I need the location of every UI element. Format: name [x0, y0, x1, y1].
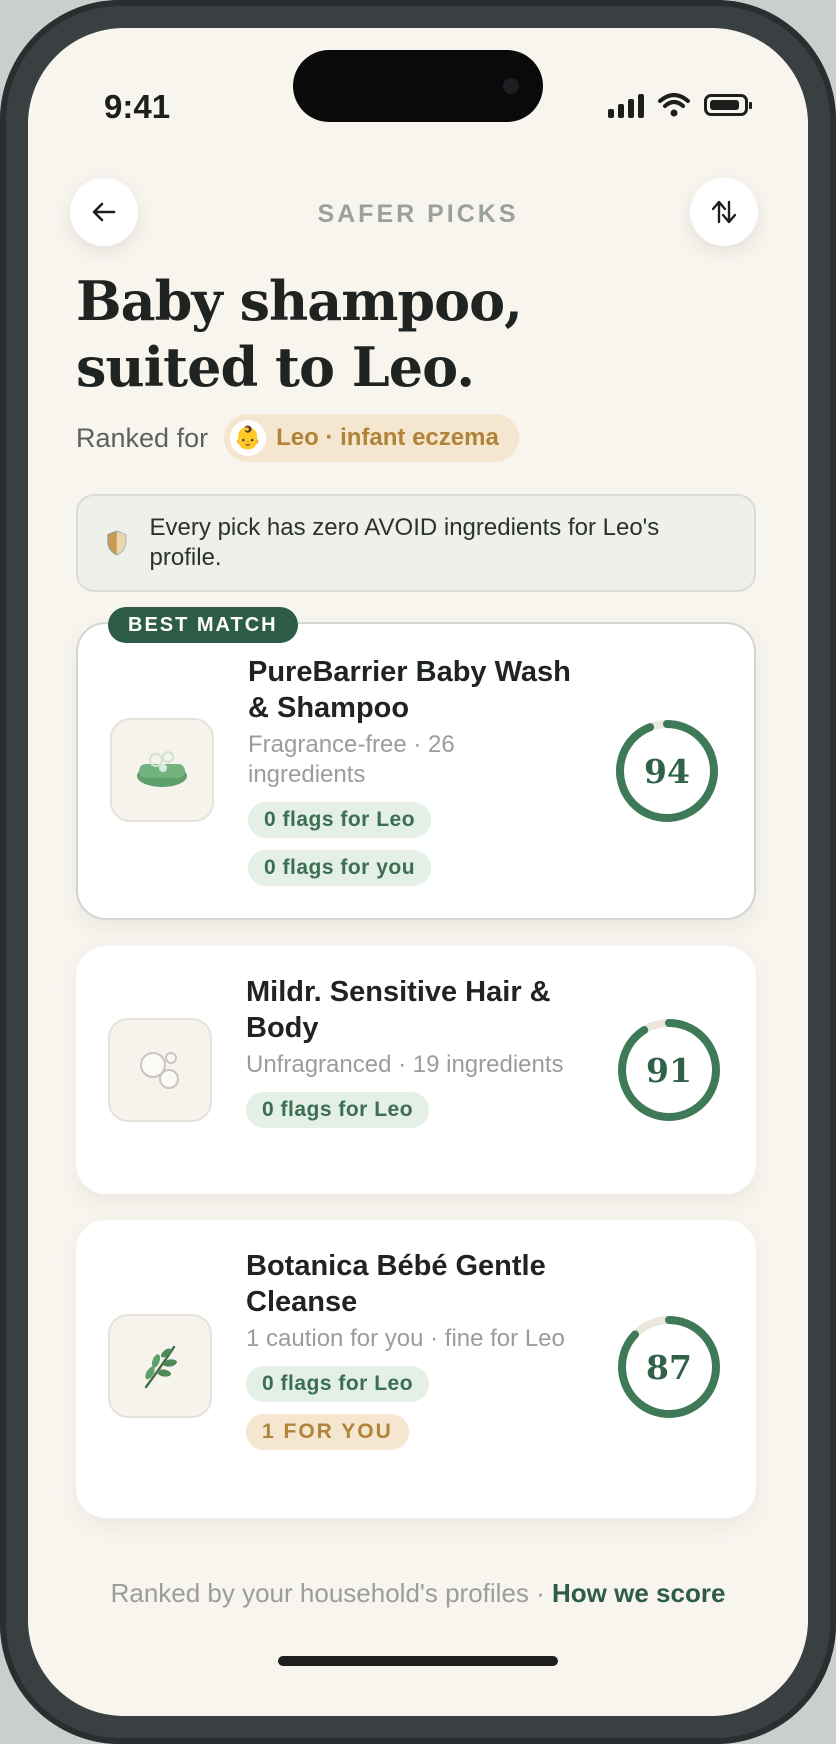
- page-title: Baby shampoo, suited to Leo.: [76, 268, 676, 400]
- product-tags: 0 flags for Leo 0 flags for you: [248, 790, 578, 886]
- how-we-score-link[interactable]: How we score: [552, 1578, 725, 1608]
- footer: Ranked by your household's profiles · Ho…: [28, 1578, 808, 1609]
- phone-frame: 9:41 SAFER PICKS Baby shampoo, suited to…: [0, 0, 836, 1744]
- soap-bar-icon: [137, 751, 187, 787]
- product-info: Mildr. Sensitive Hair & Body Unfragrance…: [246, 974, 576, 1128]
- product-tags: 0 flags for Leo 1 FOR YOU: [246, 1354, 576, 1450]
- score-value: 91: [646, 1050, 692, 1090]
- flag-tag: 0 flags for you: [248, 850, 432, 886]
- product-card-2[interactable]: Mildr. Sensitive Hair & Body Unfragrance…: [76, 946, 756, 1194]
- shield-icon: [107, 530, 127, 556]
- product-tags: 0 flags for Leo: [246, 1080, 576, 1128]
- product-thumbnail: [108, 1018, 212, 1122]
- home-indicator[interactable]: [278, 1656, 558, 1666]
- camera-icon: [503, 78, 519, 94]
- flag-tag: 0 flags for Leo: [248, 802, 432, 838]
- product-thumbnail: [110, 718, 214, 822]
- safety-notice-text: Every pick has zero AVOID ingredients fo…: [149, 514, 660, 571]
- product-card-1[interactable]: BEST MATCH PureBarrier Baby Wash & Shamp…: [76, 607, 756, 920]
- product-info: PureBarrier Baby Wash & Shampoo Fragranc…: [248, 654, 578, 886]
- baby-avatar-icon: 👶: [230, 420, 267, 456]
- profile-chip[interactable]: 👶 Leo · infant eczema: [224, 414, 519, 462]
- status-icons: [608, 92, 752, 118]
- ranked-for-label: Ranked for: [76, 422, 209, 453]
- bubbles-icon: [140, 1052, 179, 1089]
- footer-text: Ranked by your household's profiles ·: [110, 1578, 553, 1608]
- ranked-for-row: Ranked for 👶 Leo · infant eczema: [76, 414, 519, 462]
- battery-icon: [704, 94, 752, 116]
- score-ring: 87: [616, 1314, 722, 1420]
- score-value: 87: [646, 1347, 692, 1387]
- score-ring: 94: [614, 718, 720, 824]
- product-thumbnail: [108, 1314, 212, 1418]
- page-title-line-2: suited to Leo.: [76, 335, 475, 399]
- score-value: 94: [644, 751, 690, 791]
- product-meta: Fragrance-free · 26 ingredients: [248, 731, 455, 788]
- product-name: Botanica Bébé Gentle Cleanse: [246, 1250, 546, 1318]
- best-match-badge: BEST MATCH: [108, 607, 298, 643]
- score-ring: 91: [616, 1017, 722, 1123]
- product-info: Botanica Bébé Gentle Cleanse 1 caution f…: [246, 1248, 576, 1450]
- flag-tag: 0 flags for Leo: [246, 1366, 430, 1402]
- product-name: Mildr. Sensitive Hair & Body: [246, 976, 551, 1044]
- flag-tag: 0 flags for Leo: [246, 1092, 430, 1128]
- page-title-line-1: Baby shampoo,: [76, 269, 523, 333]
- leaf-icon: [144, 1345, 177, 1389]
- caution-tag: 1 FOR YOU: [246, 1414, 409, 1450]
- product-meta: Unfragranced · 19 ingredients: [246, 1051, 564, 1078]
- product-name: PureBarrier Baby Wash & Shampoo: [248, 656, 571, 724]
- safety-notice: Every pick has zero AVOID ingredients fo…: [76, 494, 756, 592]
- profile-chip-label: Leo · infant eczema: [276, 424, 499, 451]
- cellular-signal-icon: [608, 92, 644, 118]
- app-screen: 9:41 SAFER PICKS Baby shampoo, suited to…: [28, 28, 808, 1716]
- sort-arrows-icon: [711, 200, 737, 224]
- wifi-icon: [658, 93, 690, 117]
- sort-button[interactable]: [690, 178, 758, 246]
- product-meta: 1 caution for you · fine for Leo: [246, 1325, 565, 1352]
- product-card-3[interactable]: Botanica Bébé Gentle Cleanse 1 caution f…: [76, 1220, 756, 1518]
- dynamic-island: [293, 50, 543, 122]
- status-time: 9:41: [104, 88, 171, 125]
